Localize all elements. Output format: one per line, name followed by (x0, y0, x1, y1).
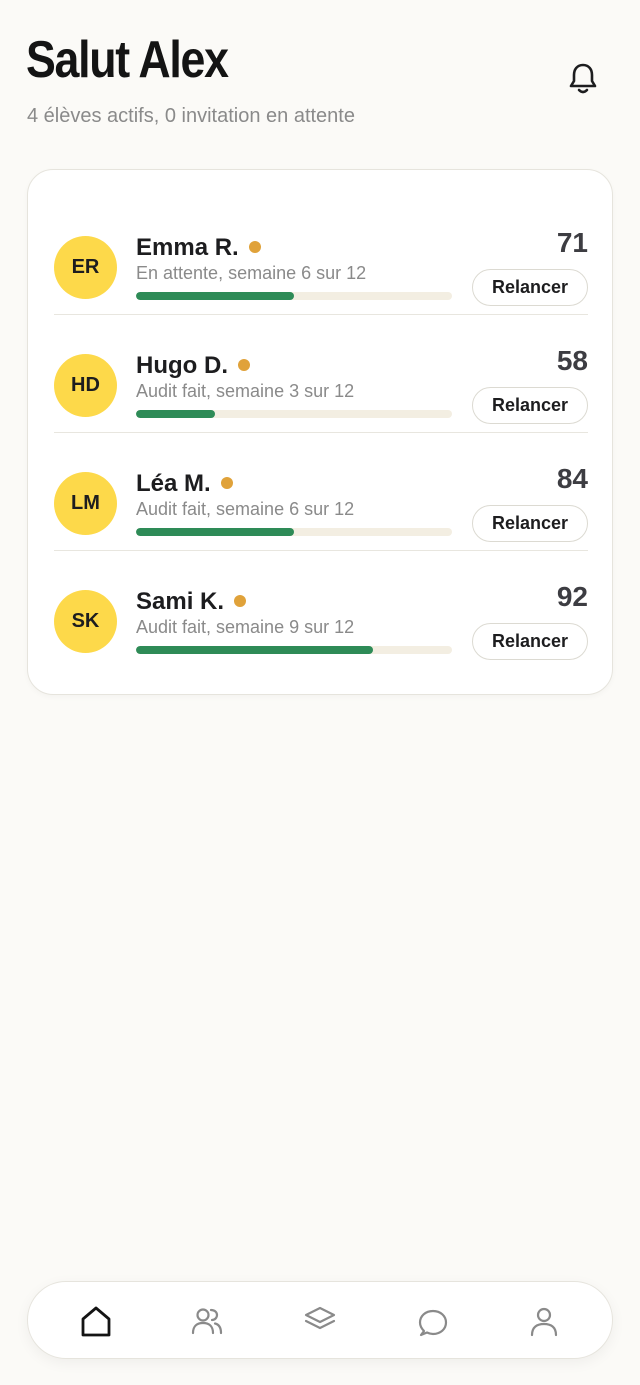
home-icon (81, 1306, 111, 1337)
relancer-button[interactable]: Relancer (472, 623, 588, 660)
student-status: En attente, semaine 6 sur 12 (136, 263, 367, 283)
avatar: SK (54, 590, 117, 653)
progress-fill (136, 292, 294, 300)
student-row[interactable]: LM Léa M. Audit fait, semaine 6 sur 12 8… (54, 433, 588, 551)
avatar: HD (54, 354, 117, 417)
student-status: Audit fait, semaine 3 sur 12 (136, 381, 355, 401)
progress-bar (136, 646, 452, 654)
students-card: ER Emma R. En attente, semaine 6 sur 12 … (27, 169, 613, 695)
student-name: Hugo D. (136, 352, 228, 379)
progress-bar (136, 292, 452, 300)
student-score: 84 (556, 463, 588, 494)
avatar: ER (54, 236, 117, 299)
nav-home[interactable] (76, 1301, 116, 1341)
student-score: 92 (556, 581, 588, 612)
status-dot (220, 477, 233, 489)
nav-profile[interactable] (524, 1301, 564, 1341)
relancer-button[interactable]: Relancer (472, 505, 588, 542)
profile-icon (530, 1307, 558, 1337)
student-status: Audit fait, semaine 9 sur 12 (136, 617, 355, 637)
chat-bubble-icon (418, 1309, 448, 1337)
progress-bar (136, 410, 452, 418)
page-subtitle: 4 élèves actifs, 0 invitation en attente (27, 105, 355, 127)
nav-modules[interactable] (300, 1301, 340, 1341)
student-row[interactable]: SK Sami K. Audit fait, semaine 9 sur 12 … (54, 551, 588, 669)
relancer-button[interactable]: Relancer (472, 269, 588, 306)
student-name: Emma R. (136, 234, 239, 261)
status-dot (248, 241, 261, 253)
student-score: 71 (556, 227, 588, 258)
progress-fill (136, 528, 294, 536)
bottom-navigation (27, 1281, 613, 1359)
student-name: Sami K. (136, 588, 225, 615)
progress-bar (136, 528, 452, 536)
status-dot (234, 595, 247, 607)
student-row[interactable]: HD Hugo D. Audit fait, semaine 3 sur 12 … (54, 315, 588, 433)
student-score: 58 (556, 345, 588, 376)
nav-students[interactable] (187, 1301, 227, 1341)
bell-icon (569, 63, 597, 94)
notifications-button[interactable] (564, 60, 602, 98)
progress-fill (136, 410, 215, 418)
layers-icon (304, 1306, 336, 1330)
relancer-button[interactable]: Relancer (472, 387, 588, 424)
avatar: LM (54, 472, 117, 535)
nav-messages[interactable] (413, 1301, 453, 1341)
student-status: Audit fait, semaine 6 sur 12 (136, 499, 355, 519)
status-dot (237, 359, 250, 371)
student-name: Léa M. (136, 470, 211, 497)
student-row[interactable]: ER Emma R. En attente, semaine 6 sur 12 … (54, 197, 588, 315)
header: Salut Alex 4 élèves actifs, 0 invitation… (0, 0, 640, 150)
progress-fill (136, 646, 373, 654)
users-icon (191, 1308, 223, 1335)
page-title: Salut Alex (26, 31, 229, 89)
